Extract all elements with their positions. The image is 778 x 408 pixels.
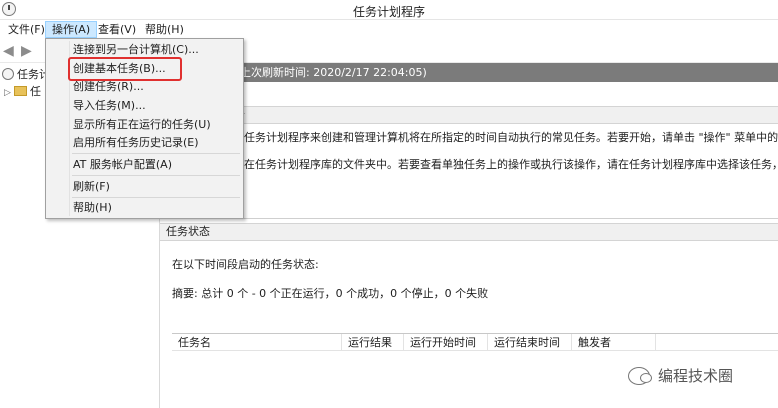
menu-help[interactable]: 帮助(H) <box>139 21 190 38</box>
overview-section-header: 务 <box>160 106 778 124</box>
column-task-name[interactable]: 任务名 <box>172 334 342 351</box>
watermark-text: 编程技术圈 <box>658 367 734 385</box>
task-status-summary: 摘要: 总计 0 个 - 0 个正在运行，0 个成功，0 个停止，0 个失败 <box>172 287 489 300</box>
clock-icon <box>2 68 14 80</box>
task-status-description: 在以下时间段启动的任务状态: <box>172 258 319 271</box>
menu-separator <box>72 175 240 176</box>
task-status-title: 任务状态 <box>166 225 210 238</box>
menu-view[interactable]: 查看(V) <box>92 21 142 38</box>
tree-item-library[interactable]: ▷ 任 <box>4 84 41 100</box>
menu-item-at-service[interactable]: AT 服务帐户配置(A) <box>73 157 172 173</box>
column-run-result[interactable]: 运行结果 <box>342 334 404 351</box>
menu-item-create-task[interactable]: 创建任务(R)... <box>73 79 144 95</box>
column-run-end[interactable]: 运行结束时间 <box>488 334 572 351</box>
menu-item-refresh[interactable]: 刷新(F) <box>73 179 110 195</box>
menu-bar: 文件(F) 操作(A) 查看(V) 帮助(H) <box>0 20 778 39</box>
column-run-start[interactable]: 运行开始时间 <box>404 334 488 351</box>
menu-item-help[interactable]: 帮助(H) <box>73 200 112 216</box>
menu-separator <box>72 197 240 198</box>
menu-item-connect[interactable]: 连接到另一台计算机(C)... <box>73 42 199 58</box>
overview-text-line-1: 任务计划程序来创建和管理计算机将在所指定的时间自动执行的常见任务。若要开始，请单… <box>244 131 778 144</box>
menu-file[interactable]: 文件(F) <box>2 21 51 38</box>
menu-action[interactable]: 操作(A) <box>45 21 98 38</box>
tree-item-task-scheduler[interactable]: 任务计 <box>2 67 50 83</box>
title-bar: 任务计划程序 <box>0 0 778 20</box>
watermark: 编程技术圈 <box>628 364 733 388</box>
column-triggered-by[interactable]: 触发者 <box>572 334 656 351</box>
menu-item-enable-history[interactable]: 启用所有任务历史记录(E) <box>73 135 199 151</box>
forward-arrow-icon[interactable]: ▶ <box>21 44 37 58</box>
expand-arrow-icon[interactable]: ▷ <box>4 85 14 101</box>
menu-item-show-running[interactable]: 显示所有正在运行的任务(U) <box>73 117 211 133</box>
task-table-header: 任务名 运行结果 运行开始时间 运行结束时间 触发者 <box>172 333 778 351</box>
menu-separator <box>72 153 240 154</box>
window-title: 任务计划程序 <box>352 5 425 19</box>
main-content: 上次刷新时间: 2020/2/17 22:04:05) 务 任务计划程序来创建和… <box>160 63 778 408</box>
refresh-status-bar: 上次刷新时间: 2020/2/17 22:04:05) <box>160 63 778 82</box>
menu-item-import-task[interactable]: 导入任务(M)... <box>73 98 146 114</box>
back-arrow-icon[interactable]: ◀ <box>3 44 19 58</box>
refresh-time: 上次刷新时间: 2020/2/17 22:04:05) <box>240 66 427 79</box>
task-status-header: 任务状态 <box>160 223 778 241</box>
red-highlight-box <box>68 57 182 81</box>
wechat-icon <box>628 367 652 385</box>
folder-icon <box>14 86 27 96</box>
tree-child-label: 任 <box>30 85 41 98</box>
overview-text-line-2: 在任务计划程序库的文件夹中。若要查看单独任务上的操作或执行该操作，请在任务计划程… <box>244 158 778 171</box>
